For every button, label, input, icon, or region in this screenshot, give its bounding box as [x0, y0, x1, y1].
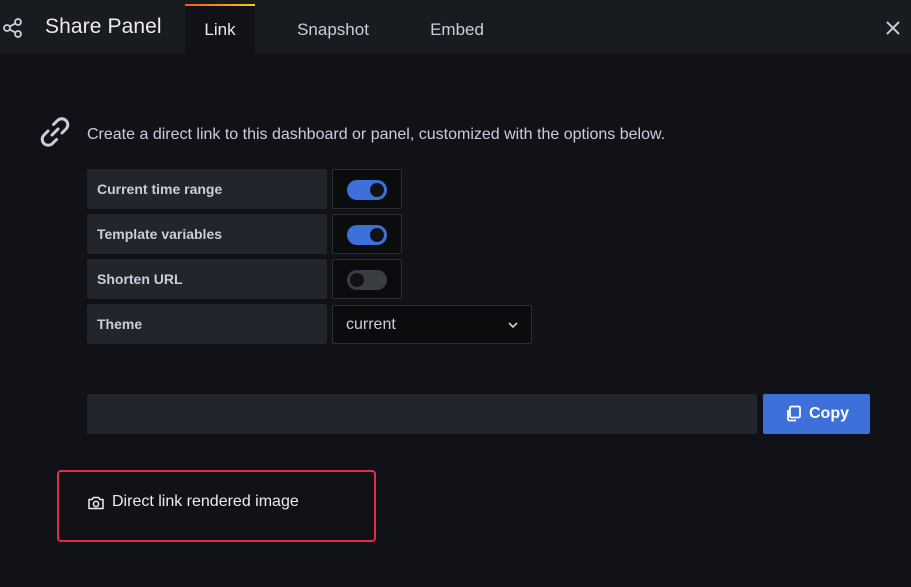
- close-icon[interactable]: [882, 17, 904, 39]
- option-label-theme: Theme: [87, 304, 327, 344]
- copy-button-label: Copy: [809, 405, 849, 422]
- camera-icon: [88, 496, 104, 510]
- theme-select-value: current: [346, 316, 396, 333]
- rendered-image-label: Direct link rendered image: [112, 493, 299, 510]
- share-url-field[interactable]: [87, 394, 757, 434]
- current-time-range-switch[interactable]: [347, 180, 387, 200]
- tab-snapshot[interactable]: Snapshot: [280, 4, 386, 54]
- redacted-url: [95, 406, 750, 422]
- switch-knob: [350, 273, 364, 287]
- theme-select[interactable]: current: [332, 305, 532, 344]
- link-description: Create a direct link to this dashboard o…: [87, 126, 666, 143]
- copy-button[interactable]: Copy: [763, 394, 870, 434]
- copy-icon: [787, 405, 801, 422]
- modal-header: Share Panel Link Snapshot Embed: [0, 0, 911, 54]
- option-control-shorten-url: [332, 259, 402, 299]
- shorten-url-switch[interactable]: [347, 270, 387, 290]
- template-variables-switch[interactable]: [347, 225, 387, 245]
- tab-link[interactable]: Link: [185, 4, 255, 54]
- option-control-current-time-range: [332, 169, 402, 209]
- modal-title: Share Panel: [45, 15, 162, 38]
- option-label-template-variables: Template variables: [87, 214, 327, 254]
- share-icon: [3, 18, 22, 38]
- tab-embed[interactable]: Embed: [415, 4, 499, 54]
- option-label-shorten-url: Shorten URL: [87, 259, 327, 299]
- link-icon: [40, 117, 70, 147]
- option-control-template-variables: [332, 214, 402, 254]
- share-panel-modal: Share Panel Link Snapshot Embed Create a…: [0, 0, 911, 587]
- chevron-down-icon: [508, 322, 518, 329]
- switch-knob: [370, 183, 384, 197]
- option-label-current-time-range: Current time range: [87, 169, 327, 209]
- switch-knob: [370, 228, 384, 242]
